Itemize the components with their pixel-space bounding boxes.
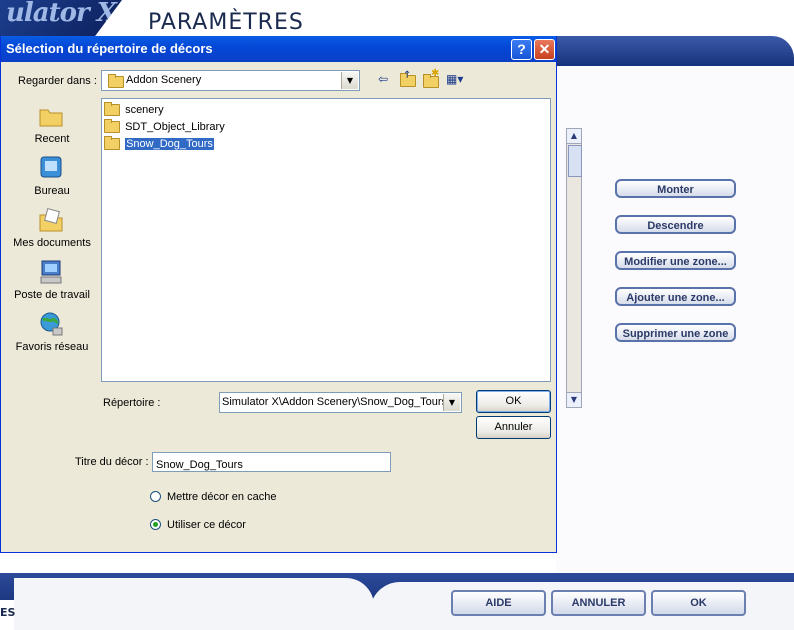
scroll-thumb[interactable] — [568, 145, 582, 177]
folder-icon — [108, 74, 124, 88]
up-folder-icon[interactable]: ↑ — [399, 70, 416, 88]
use-scenery-radio-label: Utiliser ce décor — [167, 519, 246, 531]
directory-combo[interactable]: Simulator X\Addon Scenery\Snow_Dog_Tours… — [219, 392, 462, 413]
folder-name: scenery — [125, 104, 164, 116]
help-button[interactable]: AIDE — [451, 590, 546, 616]
dialog-title-bar[interactable]: Sélection du répertoire de décors ? ✕ — [1, 36, 556, 62]
folder-name: Snow_Dog_Tours — [125, 138, 214, 150]
cache-radio-label: Mettre décor en cache — [167, 491, 277, 503]
scroll-up-icon[interactable]: ▲ — [567, 129, 581, 144]
recent-folder-icon — [39, 109, 63, 127]
look-in-label: Regarder dans : — [18, 75, 97, 87]
network-places-icon — [40, 312, 63, 336]
logo-text: ulator X — [6, 0, 117, 28]
folder-list[interactable]: scenery SDT_Object_Library Snow_Dog_Tour… — [101, 98, 551, 382]
folder-dialog: Sélection du répertoire de décors ? ✕ Re… — [0, 36, 557, 553]
use-scenery-radio[interactable] — [150, 519, 161, 530]
look-in-dropdown[interactable]: Addon Scenery ▼ — [101, 70, 360, 91]
place-label: Favoris réseau — [15, 341, 89, 353]
close-icon[interactable]: ✕ — [534, 39, 555, 60]
move-down-button[interactable]: Descendre — [615, 215, 736, 234]
settings-panel — [556, 66, 794, 578]
page-title: PARAMÈTRES — [148, 10, 304, 35]
ok-button[interactable]: OK — [476, 390, 551, 413]
scenery-title-label: Titre du décor : — [75, 456, 149, 468]
chevron-down-icon[interactable]: ▼ — [443, 394, 460, 411]
list-item[interactable]: SDT_Object_Library — [104, 119, 225, 135]
look-in-value: Addon Scenery — [126, 74, 202, 86]
scenery-title-input[interactable] — [153, 456, 389, 474]
edit-area-button[interactable]: Modifier une zone... — [615, 251, 736, 270]
folder-name: SDT_Object_Library — [125, 121, 225, 133]
place-label: Recent — [34, 133, 70, 145]
folder-icon — [104, 119, 120, 134]
desktop-icon — [40, 156, 62, 178]
cancel-button[interactable]: Annuler — [476, 416, 551, 439]
new-folder-icon[interactable]: ✱ — [422, 68, 439, 88]
top-bar — [550, 36, 794, 68]
help-icon[interactable]: ? — [511, 39, 532, 60]
left-edge-text: ES — [0, 606, 16, 619]
ok-main-button[interactable]: OK — [651, 590, 746, 616]
place-label: Poste de travail — [14, 289, 90, 301]
my-documents-icon — [39, 208, 63, 232]
move-up-button[interactable]: Monter — [615, 179, 736, 198]
fsx-logo: ulator X — [0, 0, 122, 36]
delete-area-button[interactable]: Supprimer une zone — [615, 323, 736, 342]
my-computer-icon — [40, 260, 62, 284]
add-area-button[interactable]: Ajouter une zone... — [615, 287, 736, 306]
back-arrow-icon[interactable]: ⇦ — [378, 72, 388, 88]
left-edge: ES — [0, 600, 16, 630]
cancel-main-button[interactable]: ANNULER — [551, 590, 646, 616]
list-item-selected[interactable]: Snow_Dog_Tours — [104, 136, 214, 152]
chevron-down-icon[interactable]: ▼ — [341, 72, 358, 89]
place-label: Mes documents — [13, 237, 91, 249]
place-label: Bureau — [34, 185, 70, 197]
list-item[interactable]: scenery — [104, 102, 164, 118]
directory-value: Simulator X\Addon Scenery\Snow_Dog_Tours — [222, 396, 448, 408]
view-menu-icon[interactable]: ▦▾ — [446, 72, 470, 88]
cache-radio[interactable] — [150, 491, 161, 502]
dialog-title: Sélection du répertoire de décors — [6, 41, 213, 56]
scroll-down-icon[interactable]: ▼ — [567, 392, 581, 407]
scenery-list-scrollbar[interactable]: ▲ ▼ — [566, 128, 582, 408]
bottom-left-panel — [14, 578, 374, 630]
scenery-title-field[interactable] — [152, 452, 391, 474]
folder-icon — [104, 102, 120, 117]
directory-label: Répertoire : — [103, 397, 161, 409]
folder-icon — [104, 136, 120, 151]
